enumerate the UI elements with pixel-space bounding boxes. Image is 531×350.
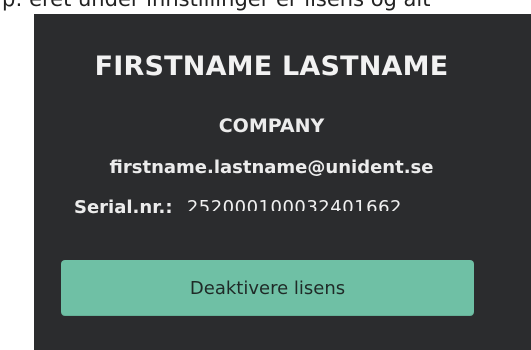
- cropped-instruction-text: ρ: eret under innstillinger er lisens og…: [0, 0, 531, 14]
- license-holder-name: FIRSTNAME LASTNAME: [94, 51, 449, 82]
- serial-number-label: Serial.nr.:: [74, 197, 173, 218]
- license-email: firstname.lastname@unident.se: [109, 157, 434, 178]
- serial-number-value-text: 252000100032401662: [186, 197, 402, 211]
- license-panel: FIRSTNAME LASTNAME COMPANY firstname.las…: [34, 14, 531, 350]
- deactivate-license-button[interactable]: Deaktivere lisens: [61, 260, 474, 316]
- license-company: COMPANY: [218, 115, 325, 137]
- cropped-instruction-text-content: ρ: eret under innstillinger er lisens og…: [2, 0, 431, 11]
- serial-number-value: 252000100032401662: [187, 197, 402, 211]
- serial-number-row: Serial.nr.: 252000100032401662: [74, 197, 402, 218]
